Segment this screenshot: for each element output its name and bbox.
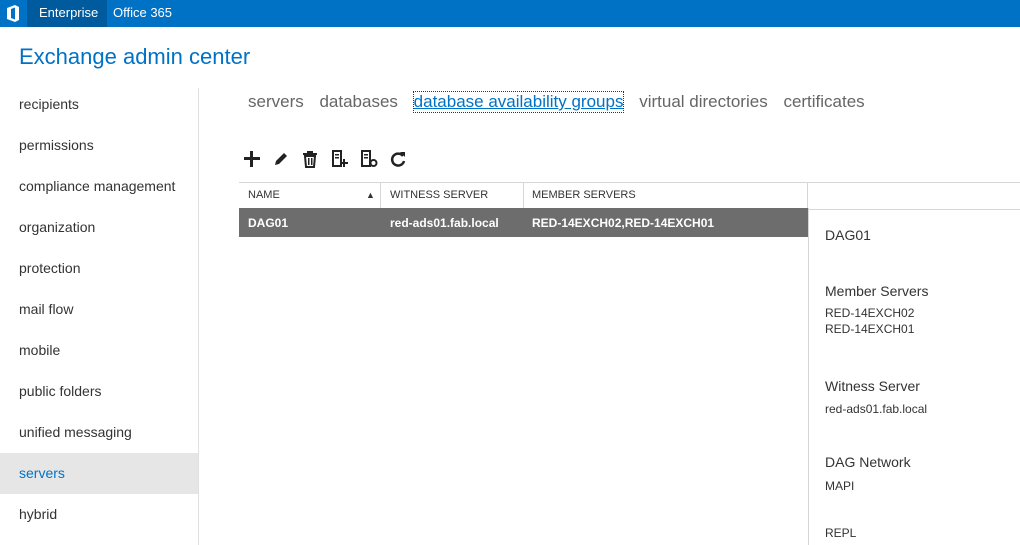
nav-item-compliance-management[interactable]: compliance management bbox=[0, 166, 198, 207]
column-header-member-servers[interactable]: MEMBER SERVERS bbox=[532, 183, 636, 209]
cell-witness-server: red-ads01.fab.local bbox=[390, 216, 499, 230]
member-servers-label: Member Servers bbox=[825, 283, 929, 299]
grid-header: NAME ▲ WITNESS SERVER MEMBER SERVERS bbox=[239, 182, 1020, 210]
office-logo-icon[interactable] bbox=[5, 5, 21, 22]
nav-item-public-folders[interactable]: public folders bbox=[0, 371, 198, 412]
tab-database-availability-groups[interactable]: database availability groups bbox=[412, 91, 625, 113]
add-server-icon[interactable] bbox=[331, 150, 349, 168]
nav-item-recipients[interactable]: recipients bbox=[0, 84, 198, 125]
details-divider bbox=[808, 208, 809, 545]
enterprise-link[interactable]: Enterprise bbox=[39, 5, 98, 20]
tab-servers[interactable]: servers bbox=[248, 92, 304, 112]
column-separator bbox=[380, 183, 381, 209]
left-nav: recipients permissions compliance manage… bbox=[0, 84, 198, 535]
nav-item-permissions[interactable]: permissions bbox=[0, 125, 198, 166]
tab-certificates[interactable]: certificates bbox=[783, 92, 864, 112]
witness-server-value: red-ads01.fab.local bbox=[825, 402, 928, 416]
nav-item-servers[interactable]: servers bbox=[0, 453, 198, 494]
edit-icon[interactable] bbox=[272, 150, 290, 168]
tab-databases[interactable]: databases bbox=[319, 92, 397, 112]
sort-ascending-icon[interactable]: ▲ bbox=[366, 183, 375, 209]
cell-name: DAG01 bbox=[248, 216, 289, 230]
nav-item-hybrid[interactable]: hybrid bbox=[0, 494, 198, 535]
cell-member-servers: RED-14EXCH02,RED-14EXCH01 bbox=[532, 216, 715, 230]
top-bar: Enterprise Office 365 bbox=[0, 0, 1020, 27]
dag-network-label: DAG Network bbox=[825, 454, 911, 470]
app-title: Exchange admin center bbox=[19, 44, 251, 69]
nav-item-mail-flow[interactable]: mail flow bbox=[0, 289, 198, 330]
sub-tabs: servers databases database availability … bbox=[248, 91, 876, 113]
office365-link[interactable]: Office 365 bbox=[113, 5, 172, 20]
tab-virtual-directories[interactable]: virtual directories bbox=[639, 92, 768, 112]
column-header-name[interactable]: NAME bbox=[248, 183, 280, 209]
delete-icon[interactable] bbox=[301, 150, 319, 168]
witness-server-label: Witness Server bbox=[825, 378, 920, 394]
dag-network-item: MAPI bbox=[825, 479, 855, 493]
column-header-witness-server[interactable]: WITNESS SERVER bbox=[390, 183, 488, 209]
details-title: DAG01 bbox=[825, 227, 871, 243]
add-icon[interactable] bbox=[243, 150, 261, 168]
nav-item-organization[interactable]: organization bbox=[0, 207, 198, 248]
column-separator bbox=[523, 183, 524, 209]
refresh-icon[interactable] bbox=[389, 150, 407, 168]
member-server-item: RED-14EXCH02 bbox=[825, 306, 915, 320]
nav-divider bbox=[198, 88, 199, 545]
nav-item-protection[interactable]: protection bbox=[0, 248, 198, 289]
manage-network-icon[interactable] bbox=[360, 150, 378, 168]
column-separator bbox=[807, 183, 808, 209]
member-server-item: RED-14EXCH01 bbox=[825, 322, 915, 336]
dag-network-item: REPL bbox=[825, 526, 857, 540]
nav-item-unified-messaging[interactable]: unified messaging bbox=[0, 412, 198, 453]
nav-item-mobile[interactable]: mobile bbox=[0, 330, 198, 371]
table-row[interactable]: DAG01 red-ads01.fab.local RED-14EXCH02,R… bbox=[239, 208, 808, 237]
